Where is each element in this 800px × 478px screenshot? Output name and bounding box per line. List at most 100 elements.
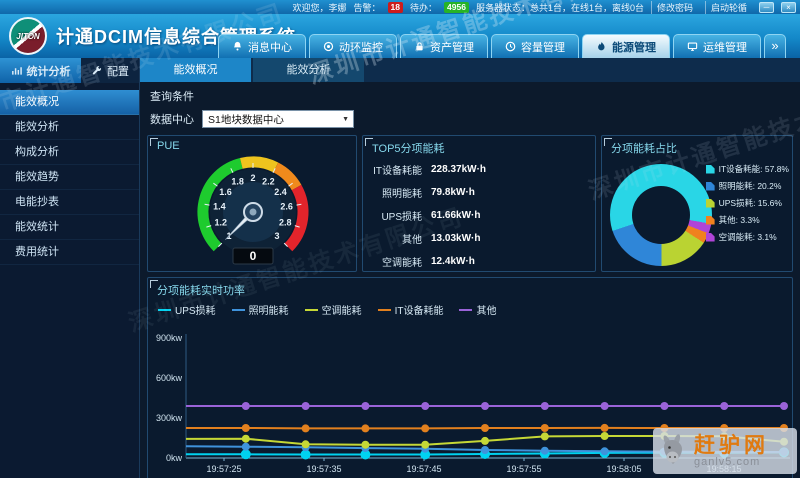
svg-text:2: 2 [250, 173, 255, 183]
donkey-icon [659, 432, 689, 470]
svg-text:19:57:35: 19:57:35 [306, 464, 341, 474]
line-legend-item-lighting[interactable]: 照明能耗 [232, 302, 289, 317]
top5-bar-chart: IT设备耗能 228.37kW·h 照明能耗 79.8kW·h UPS损耗 61.66kW… [369, 158, 587, 273]
main-content: 能效概况能效分析 查询条件 数据中心 S1地块数据中心 ▼ PUE 11.21.… [140, 58, 800, 478]
line-panel-title: 分项能耗实时功率 [157, 282, 245, 298]
svg-text:1.2: 1.2 [214, 218, 227, 228]
bar-row-4: 空调能耗12.4kW·h [369, 250, 587, 273]
svg-text:300kw: 300kw [156, 413, 183, 423]
nav-tab-operations[interactable]: 运维管理 [673, 34, 761, 58]
line-legend-dash [459, 309, 472, 311]
bar-row-2: UPS损耗 61.66kW·h [369, 204, 587, 227]
bar-category-label: 其他 [369, 231, 427, 246]
query-section: 查询条件 数据中心 S1地块数据中心 ▼ [140, 82, 800, 133]
svg-text:2.4: 2.4 [274, 187, 287, 197]
line-legend-item-other[interactable]: 其他 [459, 302, 496, 317]
line-legend-item-ups-loss[interactable]: UPS损耗 [158, 302, 216, 317]
sidebar-item-energy-trend[interactable]: 能效趋势 [0, 165, 139, 190]
alarm-count-badge[interactable]: 18 [388, 2, 403, 13]
sidebar: 统计分析配置 能效概况能效分析构成分析能效趋势电能抄表能效统计费用统计 [0, 58, 140, 478]
pie-panel-title: 分项能耗占比 [611, 140, 677, 156]
line-legend-item-aircon[interactable]: 空调能耗 [305, 302, 362, 317]
sidebar-item-energy-stats[interactable]: 能效统计 [0, 215, 139, 240]
chevron-down-icon: ▼ [342, 116, 349, 123]
sidebar-tabs: 统计分析配置 [0, 58, 139, 83]
pie-legend-marker [706, 233, 715, 242]
bar-value-label: 61.66kW·h [431, 206, 480, 225]
welcome-text: 欢迎您，李娜 [293, 1, 347, 14]
nav-tab-assets[interactable]: 资产管理 [400, 34, 488, 58]
pie-legend-marker [706, 199, 715, 208]
sidebar-tab-config[interactable]: 配置 [81, 58, 139, 83]
line-legend-dash [378, 309, 391, 311]
datacenter-label: 数据中心 [150, 111, 194, 127]
bar-value-label: 79.8kW·h [431, 183, 475, 202]
pie-legend-item-it-equipment[interactable]: IT设备耗能: 57.8% [706, 163, 789, 175]
svg-text:19:57:45: 19:57:45 [406, 464, 441, 474]
svg-text:0kw: 0kw [166, 453, 183, 463]
sidebar-menu: 能效概况能效分析构成分析能效趋势电能抄表能效统计费用统计 [0, 90, 139, 265]
pie-legend-item-aircon[interactable]: 空调能耗: 3.1% [706, 231, 789, 243]
bar-value-label: 228.37kW·h [431, 160, 486, 179]
sidebar-item-energy-overview[interactable]: 能效概况 [0, 90, 139, 115]
nav-tab-capacity[interactable]: 容量管理 [491, 34, 579, 58]
line-legend-dash [232, 309, 245, 311]
pie-legend-item-other[interactable]: 其他: 3.3% [706, 214, 789, 226]
pie-legend-marker [706, 165, 715, 174]
server-status-text: 服务器状态：总共1台，在线1台，离线0台 [476, 1, 644, 14]
energy-share-panel: 分项能耗占比 IT设备耗能: 57.8% 照明能耗: 20.2% UPS损耗: 15… [601, 135, 793, 272]
sidebar-item-energy-analysis[interactable]: 能效分析 [0, 115, 139, 140]
pue-panel: PUE 11.21.41.61.822.22.42.62.830 [147, 135, 357, 272]
bar-value-label: 13.03kW·h [431, 229, 480, 248]
site-watermark-name: 赶驴网 [694, 435, 769, 456]
sidebar-item-cost-stats[interactable]: 费用统计 [0, 240, 139, 265]
pie-legend-item-ups-loss[interactable]: UPS损耗: 15.6% [706, 197, 789, 209]
svg-text:2.6: 2.6 [280, 202, 293, 212]
flame-icon [596, 41, 607, 52]
change-password-button[interactable]: 修改密码 [651, 1, 698, 14]
query-title: 查询条件 [150, 88, 790, 104]
bar-category-label: UPS损耗 [369, 208, 427, 223]
datacenter-select-value: S1地块数据中心 [208, 112, 284, 127]
sidebar-tab-statistics[interactable]: 统计分析 [0, 58, 81, 83]
subtab-energy-analysis[interactable]: 能效分析 [253, 58, 364, 82]
sidebar-item-composition-analysis[interactable]: 构成分析 [0, 140, 139, 165]
line-legend-item-it-equipment[interactable]: IT设备耗能 [378, 302, 444, 317]
bar-value-label: 12.4kW·h [431, 252, 475, 271]
bar-category-label: 照明能耗 [369, 185, 427, 200]
todo-count-badge[interactable]: 4956 [444, 2, 469, 13]
svg-text:1.4: 1.4 [213, 202, 226, 212]
app-logo-icon: JITON [9, 17, 47, 55]
line-legend-dash [305, 309, 318, 311]
svg-text:2.2: 2.2 [262, 177, 275, 187]
monitor-icon [323, 41, 334, 52]
clock-icon [505, 41, 516, 52]
site-watermark: 赶驴网 ganlv5.com [653, 428, 797, 474]
minimize-button[interactable]: － [759, 2, 774, 13]
pie-legend-item-lighting[interactable]: 照明能耗: 20.2% [706, 180, 789, 192]
pue-panel-title: PUE [157, 140, 180, 152]
close-button[interactable]: × [781, 2, 796, 13]
todo-label: 待办： [410, 1, 437, 14]
nav-tab-energy[interactable]: 能源管理 [582, 34, 670, 58]
subtab-energy-overview[interactable]: 能效概况 [140, 58, 251, 82]
svg-text:600kw: 600kw [156, 373, 183, 383]
lock-icon [414, 41, 425, 52]
pue-gauge-chart: 11.21.41.61.822.22.42.62.830 [148, 144, 358, 270]
datacenter-select[interactable]: S1地块数据中心 ▼ [202, 110, 354, 128]
app-header: JITON 计通DCIM信息综合管理系统 消息中心动环监控资产管理容量管理能源管… [0, 14, 800, 58]
content-subtabs: 能效概况能效分析 [140, 58, 800, 82]
svg-text:1.6: 1.6 [219, 187, 232, 197]
stats-icon [11, 65, 22, 76]
start-rotation-button[interactable]: 启动轮循 [705, 1, 752, 14]
nav-tab-messages[interactable]: 消息中心 [218, 34, 306, 58]
bar-row-1: 照明能耗 79.8kW·h [369, 181, 587, 204]
titlebar: 欢迎您，李娜 告警： 18 待办： 4956 服务器状态：总共1台，在线1台，离… [0, 0, 800, 14]
bar-category-label: IT设备耗能 [369, 162, 427, 177]
nav-more-button[interactable]: » [764, 34, 786, 58]
sidebar-item-meter-reading[interactable]: 电能抄表 [0, 190, 139, 215]
top5-panel-title: TOP5分项能耗 [372, 140, 445, 156]
svg-text:2.8: 2.8 [279, 218, 292, 228]
svg-text:3: 3 [274, 231, 279, 241]
nav-tab-monitoring[interactable]: 动环监控 [309, 34, 397, 58]
